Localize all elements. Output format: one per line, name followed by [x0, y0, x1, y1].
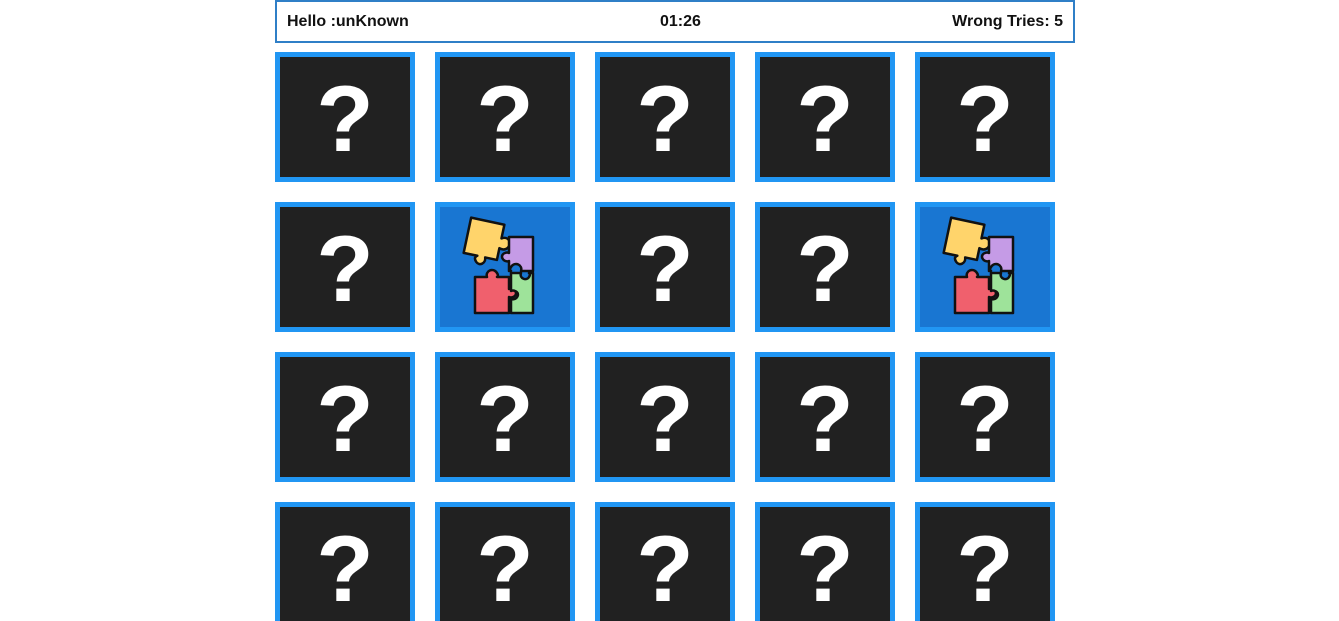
question-mark-icon: ? [316, 66, 374, 171]
memory-card[interactable]: ? [435, 352, 575, 482]
question-mark-icon: ? [476, 366, 534, 471]
question-mark-icon: ? [636, 216, 694, 321]
memory-card[interactable]: ? [915, 52, 1055, 182]
question-mark-icon: ? [956, 516, 1014, 621]
memory-card[interactable]: ? [915, 352, 1055, 482]
memory-card[interactable]: ? [435, 52, 575, 182]
puzzle-pieces-icon [462, 216, 535, 315]
question-mark-icon: ? [796, 216, 854, 321]
question-mark-icon: ? [316, 216, 374, 321]
timer: 01:26 [660, 12, 701, 30]
puzzle-pieces-icon [942, 216, 1015, 315]
question-mark-icon: ? [636, 66, 694, 171]
question-mark-icon: ? [956, 66, 1014, 171]
question-mark-icon: ? [796, 516, 854, 621]
memory-card[interactable]: ? [275, 502, 415, 621]
question-mark-icon: ? [956, 366, 1014, 471]
info-bar: Hello :unKnown 01:26 Wrong Tries: 5 [275, 0, 1075, 43]
memory-card[interactable]: ? [755, 352, 895, 482]
memory-card[interactable]: ? [595, 502, 735, 621]
card-board: ??????? ??? ???????? [275, 52, 1055, 621]
memory-card[interactable]: ? [755, 202, 895, 332]
question-mark-icon: ? [316, 366, 374, 471]
memory-card[interactable]: ? [595, 352, 735, 482]
memory-card[interactable]: ? [915, 202, 1055, 332]
memory-card[interactable]: ? [275, 352, 415, 482]
memory-card[interactable]: ? [915, 502, 1055, 621]
memory-card[interactable]: ? [435, 502, 575, 621]
player-greeting: Hello :unKnown [287, 12, 409, 30]
question-mark-icon: ? [476, 66, 534, 171]
question-mark-icon: ? [636, 516, 694, 621]
question-mark-icon: ? [476, 516, 534, 621]
question-mark-icon: ? [636, 366, 694, 471]
memory-card[interactable]: ? [275, 52, 415, 182]
memory-card[interactable]: ? [755, 52, 895, 182]
question-mark-icon: ? [316, 516, 374, 621]
memory-card[interactable]: ? [595, 202, 735, 332]
memory-card[interactable]: ? [275, 202, 415, 332]
memory-card[interactable]: ? [755, 502, 895, 621]
memory-card[interactable]: ? [435, 202, 575, 332]
question-mark-icon: ? [796, 366, 854, 471]
wrong-tries-counter: Wrong Tries: 5 [952, 12, 1063, 30]
question-mark-icon: ? [796, 66, 854, 171]
memory-card[interactable]: ? [595, 52, 735, 182]
